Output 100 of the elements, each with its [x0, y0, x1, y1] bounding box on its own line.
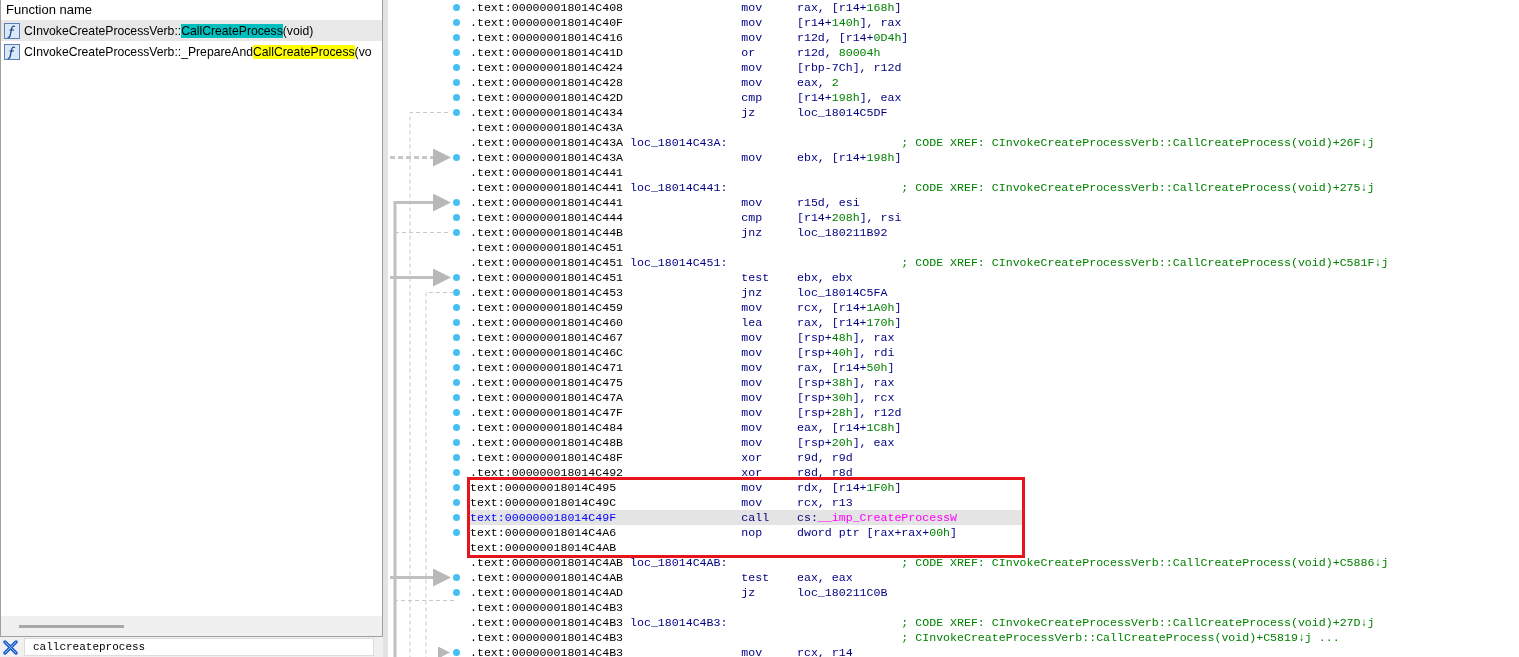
line-dot	[453, 94, 460, 101]
operands: [rsp+28h], r12d	[797, 405, 903, 420]
code-line[interactable]: .text:000000018014C471 mov rax, [r14+50h]	[470, 360, 1519, 375]
mnemonic: mov	[741, 300, 764, 315]
code-line[interactable]: .text:000000018014C453 jnz loc_18014C5FA	[470, 285, 1519, 300]
code-line[interactable]: .text:000000018014C451 test ebx, ebx	[470, 270, 1519, 285]
code-label: loc_18014C441:	[630, 180, 729, 195]
code-line[interactable]: .text:000000018014C475 mov [rsp+38h], rax	[470, 375, 1519, 390]
code-line[interactable]: .text:000000018014C416 mov r12d, [r14+0D4h]	[470, 30, 1519, 45]
code-line[interactable]: .text:000000018014C43A loc_18014C43A: ; CODE XREF: CInvokeCreateProcessVerb::CallCreateProcess(void)+26F↓j	[470, 135, 1519, 150]
code-line[interactable]: .text:000000018014C434 jz loc_18014C5DF	[470, 105, 1519, 120]
operands: rax, [r14+168h]	[797, 0, 903, 15]
code-line[interactable]: .text:000000018014C484 mov eax, [r14+1C8h]	[470, 420, 1519, 435]
address: .text:000000018014C4AB	[470, 555, 625, 570]
operands: loc_180211C0B	[797, 585, 889, 600]
mnemonic: mov	[741, 645, 764, 657]
code-line[interactable]: text:000000018014C4A6 nop dword ptr [rax+rax+00h]	[470, 525, 1022, 540]
code-line[interactable]: .text:000000018014C424 mov [rbp-7Ch], r12d	[470, 60, 1519, 75]
mnemonic: jz	[741, 105, 757, 120]
code-line[interactable]: .text:000000018014C4B3	[470, 600, 1519, 615]
code-line[interactable]: text:000000018014C495 mov rdx, [r14+1F0h]	[470, 480, 1022, 495]
address: .text:000000018014C451	[470, 255, 625, 270]
line-dot	[453, 289, 460, 296]
code-line[interactable]: text:000000018014C4AB	[470, 540, 1022, 555]
address: .text:000000018014C471	[470, 360, 625, 375]
mnemonic: call	[741, 510, 771, 525]
code-line[interactable]: .text:000000018014C43A mov ebx, [r14+198h]	[470, 150, 1519, 165]
code-line[interactable]: .text:000000018014C47A mov [rsp+30h], rcx	[470, 390, 1519, 405]
mnemonic: mov	[741, 375, 764, 390]
code-line[interactable]: .text:000000018014C4B3 ; CInvokeCreateProcessVerb::CallCreateProcess(void)+C5819↓j ...	[470, 630, 1519, 645]
code-line[interactable]: .text:000000018014C451 loc_18014C451: ; CODE XREF: CInvokeCreateProcessVerb::CallCreateProcess(void)+C581F↓j	[470, 255, 1519, 270]
mnemonic: mov	[741, 150, 764, 165]
mnemonic: nop	[741, 525, 764, 540]
mnemonic: jnz	[741, 225, 764, 240]
filter-field[interactable]: callcreateprocess	[24, 638, 374, 656]
code-line[interactable]: .text:000000018014C4B3 loc_18014C4B3: ; CODE XREF: CInvokeCreateProcessVerb::CallCreateProcess(void)+27D↓j	[470, 615, 1519, 630]
code-line[interactable]: .text:000000018014C444 cmp [r14+208h], rsi	[470, 210, 1519, 225]
operands: [r14+198h], eax	[797, 90, 903, 105]
operands: [rsp+20h], eax	[797, 435, 896, 450]
mnemonic: mov	[741, 0, 764, 15]
operands: r9d, r9d	[797, 450, 854, 465]
code-line[interactable]: .text:000000018014C41D or r12d, 80004h	[470, 45, 1519, 60]
line-dot	[453, 319, 460, 326]
code-line[interactable]: .text:000000018014C48F xor r9d, r9d	[470, 450, 1519, 465]
code-line[interactable]: .text:000000018014C43A	[470, 120, 1519, 135]
code-line[interactable]: .text:000000018014C441	[470, 165, 1519, 180]
xref-comment: ; CInvokeCreateProcessVerb::CallCreateProcess(void)+C5819↓j ...	[901, 630, 1341, 645]
code-line[interactable]: .text:000000018014C441 mov r15d, esi	[470, 195, 1519, 210]
code-line[interactable]: .text:000000018014C459 mov rcx, [r14+1A0h]	[470, 300, 1519, 315]
operands: [rsp+40h], rdi	[797, 345, 896, 360]
operands: [rsp+48h], rax	[797, 330, 896, 345]
operands: rdx, [r14+1F0h]	[797, 480, 903, 495]
code-line[interactable]: .text:000000018014C42D cmp [r14+198h], eax	[470, 90, 1519, 105]
address: .text:000000018014C4AD	[470, 585, 625, 600]
code-line[interactable]: .text:000000018014C441 loc_18014C441: ; CODE XREF: CInvokeCreateProcessVerb::CallCreateProcess(void)+275↓j	[470, 180, 1519, 195]
code-line[interactable]: .text:000000018014C47F mov [rsp+28h], r12d	[470, 405, 1519, 420]
mnemonic: or	[741, 45, 757, 60]
mnemonic: mov	[741, 30, 764, 45]
line-dot	[453, 409, 460, 416]
line-dot	[453, 454, 460, 461]
code-line[interactable]: .text:000000018014C4AB test eax, eax	[470, 570, 1519, 585]
operands: ebx, [r14+198h]	[797, 150, 903, 165]
operands: eax, eax	[797, 570, 854, 585]
mnemonic: jz	[741, 585, 757, 600]
code-line[interactable]: .text:000000018014C40F mov [r14+140h], rax	[470, 15, 1519, 30]
code-line[interactable]: text:000000018014C49C mov rcx, r13	[470, 495, 1022, 510]
address: .text:000000018014C46C	[470, 345, 625, 360]
operands: r12d, 80004h	[797, 45, 882, 60]
code-line[interactable]: .text:000000018014C492 xor r8d, r8d	[470, 465, 1519, 480]
code-line[interactable]: .text:000000018014C48B mov [rsp+20h], eax	[470, 435, 1519, 450]
close-icon[interactable]	[3, 639, 18, 655]
operands: [r14+208h], rsi	[797, 210, 903, 225]
function-icon	[4, 43, 20, 60]
operands: [r14+140h], rax	[797, 15, 903, 30]
address: text:000000018014C4AB	[470, 540, 618, 555]
address: .text:000000018014C4AB	[470, 570, 625, 585]
code-line[interactable]: .text:000000018014C428 mov eax, 2	[470, 75, 1519, 90]
line-dot	[453, 304, 460, 311]
mnemonic: mov	[741, 480, 764, 495]
line-dot	[453, 19, 460, 26]
mnemonic: test	[741, 270, 771, 285]
code-line[interactable]: .text:000000018014C408 mov rax, [r14+168h]	[470, 0, 1519, 15]
line-dot	[453, 229, 460, 236]
mnemonic: mov	[741, 420, 764, 435]
code-line[interactable]: .text:000000018014C451	[470, 240, 1519, 255]
mnemonic: lea	[741, 315, 764, 330]
operands: eax, 2	[797, 75, 840, 90]
code-line[interactable]: .text:000000018014C460 lea rax, [r14+170h]	[470, 315, 1519, 330]
code-line[interactable]: .text:000000018014C467 mov [rsp+48h], rax	[470, 330, 1519, 345]
code-line[interactable]: .text:000000018014C44B jnz loc_180211B92	[470, 225, 1519, 240]
search-match-highlight: CallCreateProcess	[181, 23, 283, 38]
operands: [rbp-7Ch], r12d	[797, 60, 903, 75]
code-line[interactable]: .text:000000018014C4AD jz loc_180211C0B	[470, 585, 1519, 600]
mnemonic: mov	[741, 345, 764, 360]
mnemonic: cmp	[741, 90, 764, 105]
code-line[interactable]: .text:000000018014C46C mov [rsp+40h], rdi	[470, 345, 1519, 360]
scrollbar-thumb[interactable]	[19, 624, 124, 628]
horizontal-scrollbar[interactable]	[0, 616, 383, 637]
code-line[interactable]: .text:000000018014C4AB loc_18014C4AB: ; CODE XREF: CInvokeCreateProcessVerb::CallCreateProcess(void)+C5886↓j	[470, 555, 1519, 570]
mnemonic: xor	[741, 450, 764, 465]
